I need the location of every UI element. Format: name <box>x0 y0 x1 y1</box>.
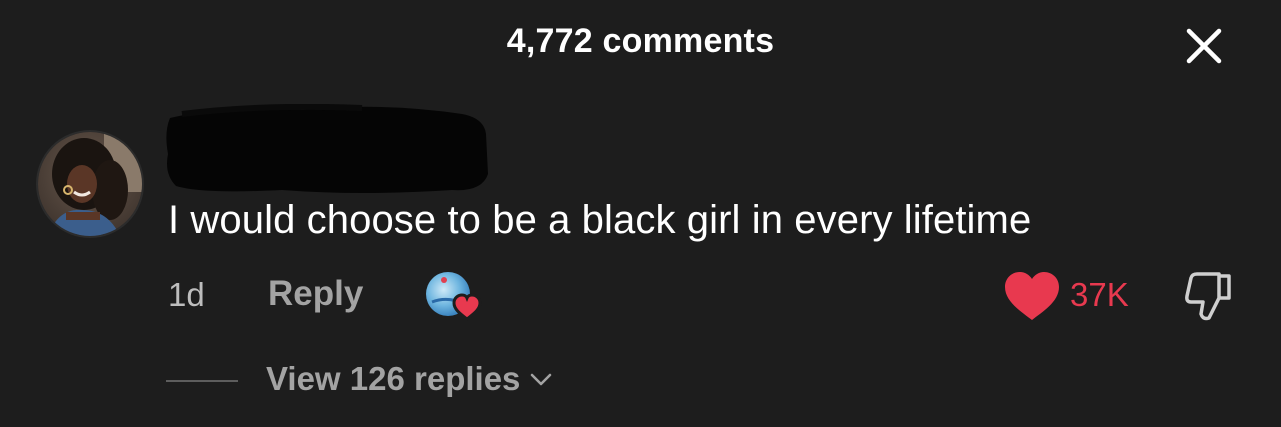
avatar[interactable] <box>36 130 144 238</box>
creator-liked-badge <box>424 268 488 324</box>
reply-button[interactable]: Reply <box>268 274 363 314</box>
like-count: 37K <box>1070 276 1129 313</box>
avatar-image <box>38 132 142 236</box>
view-replies-button[interactable]: View 126 replies <box>266 360 554 398</box>
like-button[interactable] <box>1002 270 1062 322</box>
redaction-scribble <box>166 103 488 193</box>
close-button[interactable] <box>1184 26 1224 66</box>
dislike-button[interactable] <box>1183 268 1235 324</box>
comment-text: I would choose to be a black girl in eve… <box>168 198 1032 242</box>
close-icon <box>1186 28 1222 64</box>
comments-count-title: 4,772 comments <box>506 22 775 60</box>
view-replies-label: View 126 replies <box>266 360 521 397</box>
replies-divider <box>166 380 238 382</box>
creator-liked-heart-icon <box>426 272 482 321</box>
chevron-down-icon <box>531 373 552 386</box>
comment-timestamp: 1d <box>168 276 205 313</box>
username-redacted[interactable] <box>162 103 492 196</box>
heart-icon <box>1005 272 1059 320</box>
thumbs-down-icon <box>1185 272 1231 321</box>
